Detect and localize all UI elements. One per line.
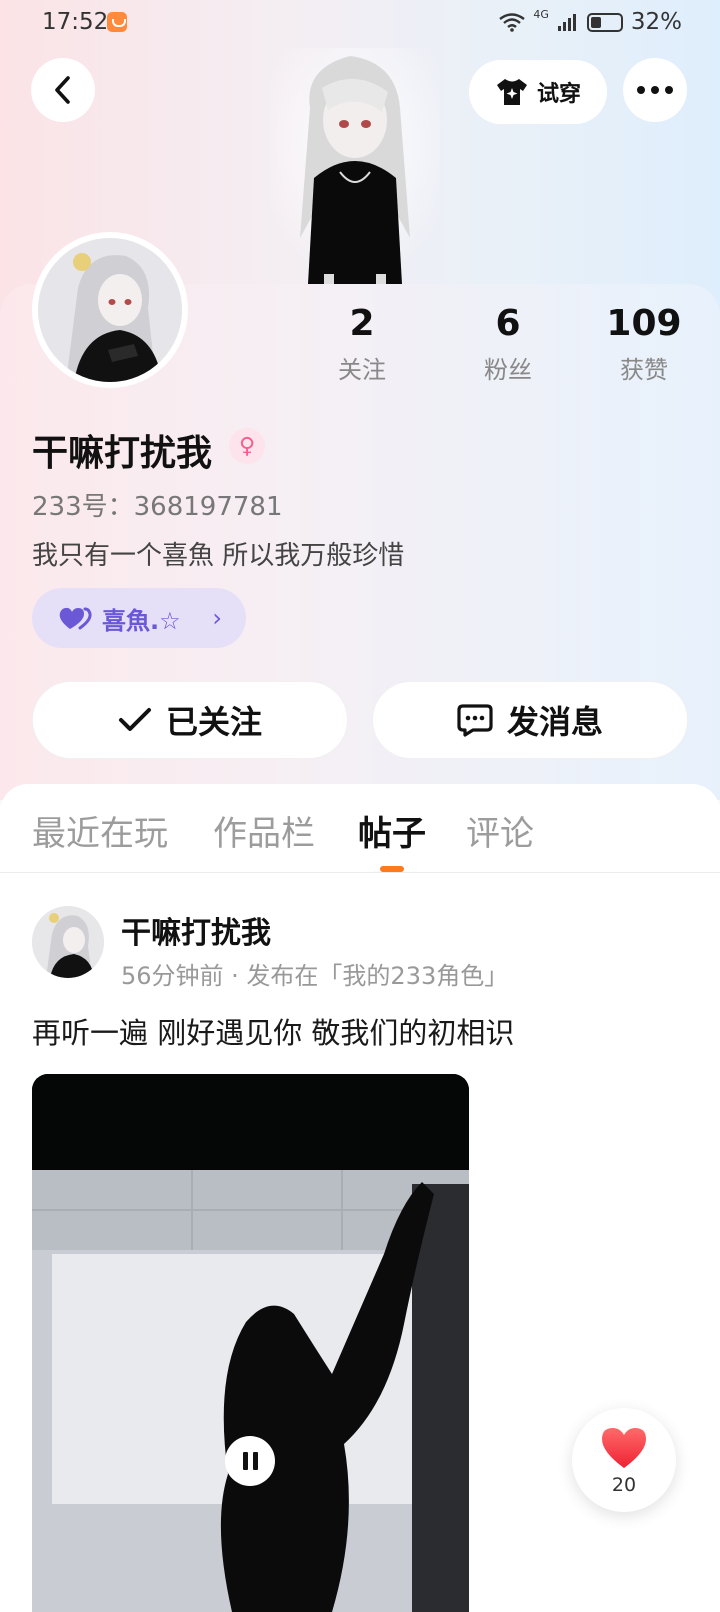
stat-fans-value: 6 bbox=[495, 303, 521, 344]
stat-fans[interactable]: 6 粉丝 bbox=[448, 300, 568, 385]
profile-nickname: 干嘛打扰我 bbox=[32, 433, 213, 474]
post-text: 再听一遍 刚好遇见你 敬我们的初相识 bbox=[32, 1016, 515, 1050]
post-video[interactable] bbox=[32, 1074, 469, 1612]
chat-bubble-icon bbox=[457, 704, 493, 737]
post-video-frame bbox=[32, 1074, 469, 1612]
pause-bar-right bbox=[252, 1452, 258, 1470]
stat-following[interactable]: 2 关注 bbox=[302, 300, 422, 385]
wifi-icon bbox=[499, 13, 526, 32]
message-button[interactable]: 发消息 bbox=[372, 681, 688, 759]
follow-button-label: 已关注 bbox=[165, 703, 262, 741]
stat-following-value: 2 bbox=[349, 303, 375, 344]
stat-likes-label: 获赞 bbox=[620, 356, 668, 384]
pause-button[interactable] bbox=[225, 1436, 275, 1486]
stat-following-label: 关注 bbox=[338, 356, 386, 384]
chevron-right-icon: › bbox=[212, 604, 222, 632]
post-meta: 56分钟前 · 发布在「我的233角色」 bbox=[121, 962, 509, 990]
character-avatar-art bbox=[270, 48, 440, 284]
follow-button[interactable]: 已关注 bbox=[32, 681, 348, 759]
post-author-avatar-image bbox=[32, 906, 104, 978]
stat-likes[interactable]: 109 获赞 bbox=[584, 300, 704, 385]
try-on-button[interactable]: 试穿 bbox=[469, 60, 607, 124]
tabs-divider bbox=[0, 872, 720, 873]
battery-percent: 32% bbox=[630, 9, 682, 35]
tshirt-sparkle-icon bbox=[496, 79, 527, 105]
post-author-avatar[interactable] bbox=[32, 906, 104, 978]
heart-icon bbox=[602, 1428, 646, 1468]
profile-bio: 我只有一个喜魚 所以我万般珍惜 bbox=[32, 541, 405, 571]
status-time: 17:52 bbox=[42, 9, 109, 35]
pause-bar-left bbox=[242, 1452, 248, 1470]
female-symbol-icon: ♀ bbox=[229, 428, 265, 464]
battery-icon bbox=[586, 12, 623, 32]
app-notification-icon bbox=[107, 12, 127, 32]
stat-fans-label: 粉丝 bbox=[484, 356, 532, 384]
profile-uid: 233号：368197781 bbox=[32, 492, 283, 522]
stat-likes-value: 109 bbox=[606, 303, 682, 344]
more-button[interactable] bbox=[623, 58, 687, 122]
try-on-label: 试穿 bbox=[536, 82, 581, 107]
tab-recently-played[interactable]: 最近在玩 bbox=[32, 806, 168, 855]
check-icon bbox=[118, 708, 151, 731]
network-type-label: 4G bbox=[533, 7, 549, 21]
relationship-tag-label: 喜魚.☆ bbox=[102, 606, 181, 635]
like-float-button[interactable]: 20 bbox=[572, 1408, 676, 1512]
status-bar: 17:52 4G 32% bbox=[0, 0, 720, 48]
heart-couple-icon bbox=[59, 607, 92, 630]
like-count: 20 bbox=[611, 1474, 637, 1496]
chevron-left-icon bbox=[55, 76, 70, 104]
profile-avatar-image bbox=[38, 238, 182, 382]
post-author-name[interactable]: 干嘛打扰我 bbox=[121, 908, 271, 952]
status-indicators: 4G 32% bbox=[499, 7, 682, 35]
back-button[interactable] bbox=[31, 58, 95, 122]
relationship-tag-chip[interactable]: 喜魚.☆ › bbox=[32, 588, 246, 648]
tab-works[interactable]: 作品栏 bbox=[213, 806, 315, 855]
profile-avatar[interactable] bbox=[32, 232, 188, 388]
cell-signal-icon bbox=[557, 14, 576, 31]
message-button-label: 发消息 bbox=[506, 703, 603, 741]
more-dots-icon bbox=[637, 86, 673, 94]
tab-comments[interactable]: 评论 bbox=[466, 806, 534, 855]
tab-posts[interactable]: 帖子 bbox=[358, 806, 426, 855]
